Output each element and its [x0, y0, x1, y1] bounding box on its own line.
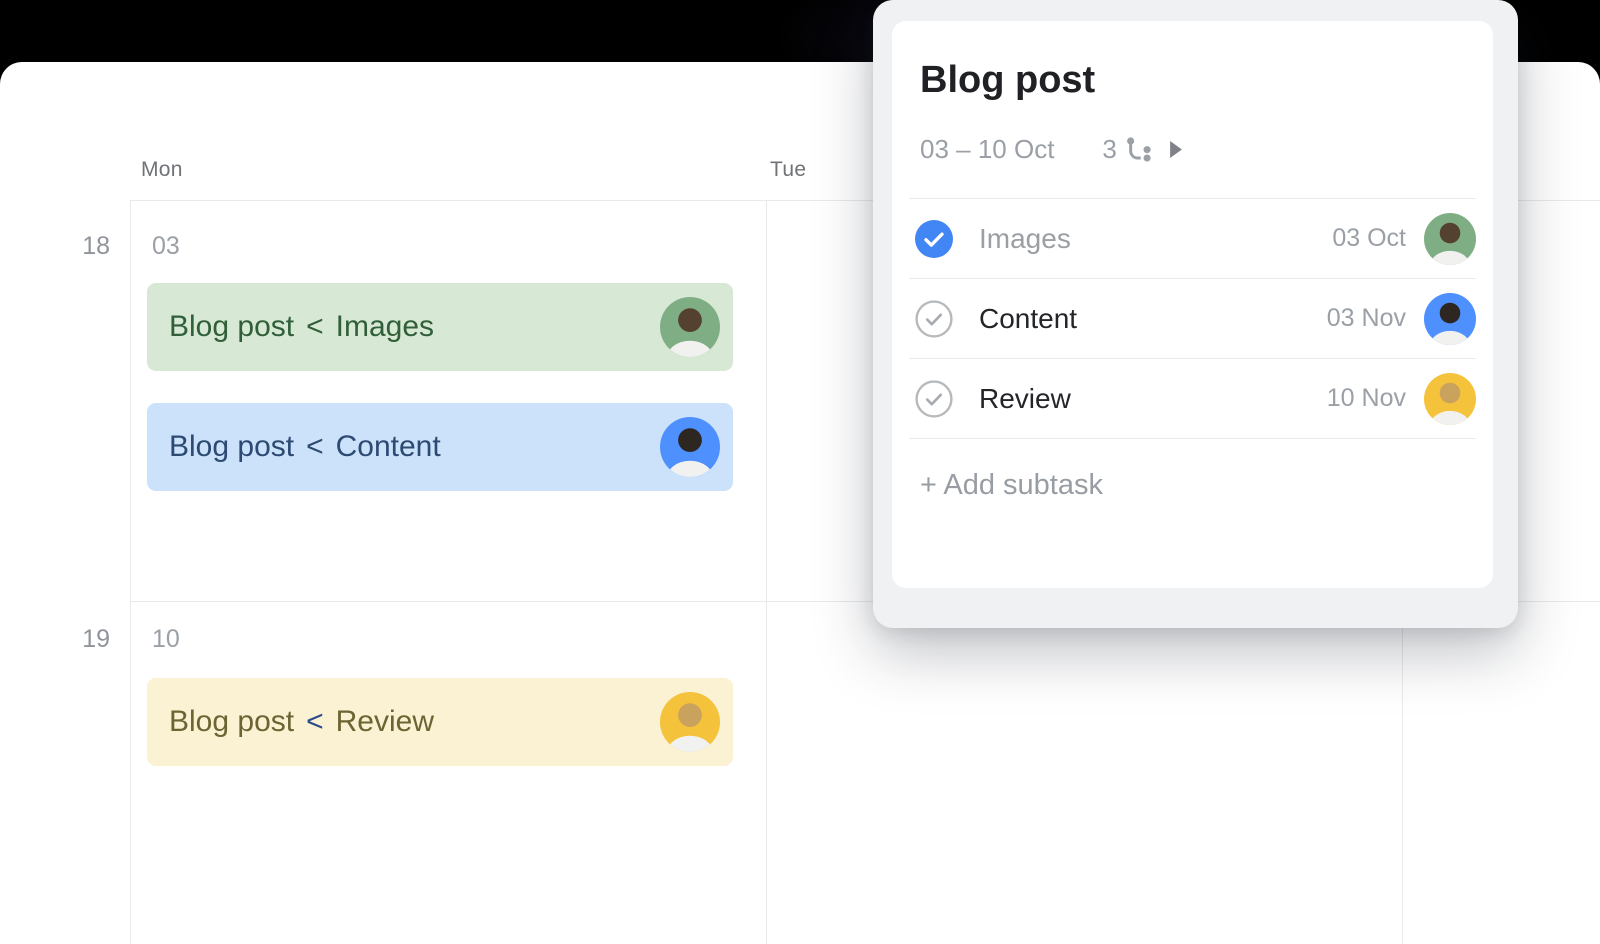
subtask-list: Images 03 Oct Content 03 Nov: [909, 198, 1476, 439]
subtask-name: Review: [336, 705, 434, 739]
avatar: [660, 297, 720, 357]
subtask-name: Content: [979, 303, 1077, 335]
task-bar-label: Blog post < Images: [169, 310, 434, 344]
checkbox-checked-icon[interactable]: [915, 220, 953, 258]
date-range: 03 – 10 Oct: [920, 134, 1054, 165]
chevron-left-icon: <: [306, 705, 324, 739]
task-parent-name: Blog post: [169, 430, 294, 464]
subtask-tree-icon: [1126, 136, 1157, 163]
task-detail-card: Blog post 03 – 10 Oct 3: [892, 21, 1493, 588]
subtask-row-review[interactable]: Review 10 Nov: [909, 358, 1476, 438]
task-bar-label: Blog post < Review: [169, 705, 434, 739]
grid-line-vertical: [766, 200, 767, 944]
chevron-left-icon: <: [306, 430, 324, 464]
task-parent-name: Blog post: [169, 310, 294, 344]
week-number: 18: [40, 232, 110, 261]
task-detail-popup: Blog post 03 – 10 Oct 3: [873, 0, 1518, 628]
expand-arrow-icon[interactable]: [1169, 140, 1183, 159]
day-header-tue: Tue: [770, 158, 806, 182]
subtask-name: Review: [979, 383, 1071, 415]
subtask-count: 3: [1102, 134, 1116, 165]
subtask-due-date: 10 Nov: [1327, 384, 1406, 413]
chevron-left-icon: <: [306, 310, 324, 344]
avatar: [660, 417, 720, 477]
avatar: [660, 692, 720, 752]
popup-title: Blog post: [920, 59, 1095, 102]
day-header-mon: Mon: [141, 158, 183, 182]
subtask-name: Images: [979, 223, 1071, 255]
checkbox-unchecked-icon[interactable]: [915, 300, 953, 338]
add-subtask-button[interactable]: + Add subtask: [920, 469, 1103, 502]
task-bar-review[interactable]: Blog post < Review: [147, 678, 733, 766]
task-bar-content[interactable]: Blog post < Content: [147, 403, 733, 491]
week-number: 19: [40, 625, 110, 654]
screen: Mon Tue 18 19 03 10 Blog post < Images B…: [0, 0, 1600, 944]
day-number: 10: [152, 625, 180, 654]
subtask-name: Content: [336, 430, 441, 464]
popup-meta-row: 03 – 10 Oct 3: [920, 131, 1183, 167]
subtask-row-images[interactable]: Images 03 Oct: [909, 198, 1476, 278]
divider: [909, 438, 1476, 439]
task-bar-images[interactable]: Blog post < Images: [147, 283, 733, 371]
subtask-row-content[interactable]: Content 03 Nov: [909, 278, 1476, 358]
avatar: [1424, 293, 1476, 345]
subtask-name: Images: [336, 310, 434, 344]
grid-line-vertical: [130, 200, 131, 944]
avatar: [1424, 213, 1476, 265]
day-number: 03: [152, 232, 180, 261]
task-bar-label: Blog post < Content: [169, 430, 441, 464]
checkbox-unchecked-icon[interactable]: [915, 380, 953, 418]
avatar: [1424, 373, 1476, 425]
task-parent-name: Blog post: [169, 705, 294, 739]
subtask-due-date: 03 Nov: [1327, 304, 1406, 333]
subtask-due-date: 03 Oct: [1332, 224, 1406, 253]
